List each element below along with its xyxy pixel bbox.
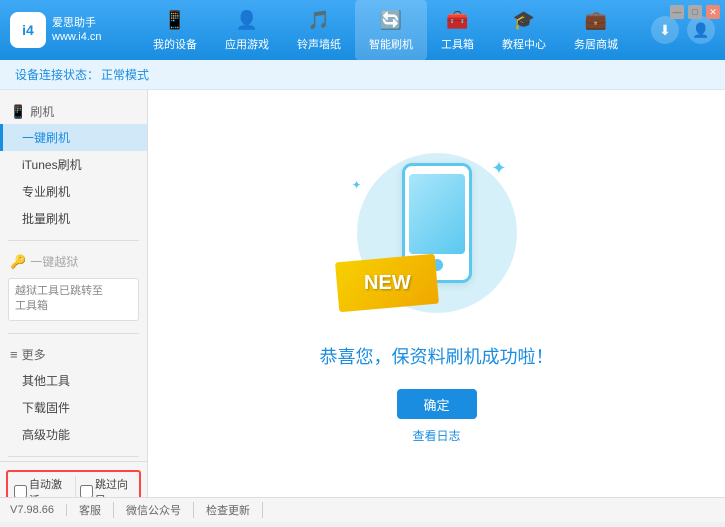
footer-check-update[interactable]: 检查更新 — [194, 502, 263, 518]
toolbox-icon: 🧰 — [446, 8, 470, 32]
main-layout: 📱 刷机 一键刷机 iTunes刷机 专业刷机 批量刷机 🔑 一键越狱 越狱工具… — [0, 90, 725, 497]
more-group-label: 更多 — [22, 346, 46, 363]
logo-text: 爱思助手 www.i4.cn — [52, 16, 102, 45]
footer-bar: V7.98.66 客服 微信公众号 检查更新 — [0, 497, 725, 522]
sidebar-section-flash: 📱 刷机 一键刷机 iTunes刷机 专业刷机 批量刷机 — [0, 95, 147, 236]
logo-url: www.i4.cn — [52, 30, 102, 44]
apps-games-icon: 👤 — [235, 8, 259, 32]
new-ribbon: NEW — [335, 254, 439, 313]
phone-screen — [409, 174, 465, 254]
skip-guide-checkbox-label[interactable]: 跳过向导 — [75, 476, 133, 497]
sidebar-group-flash: 📱 刷机 — [0, 99, 147, 124]
breadcrumb-prefix: 设备连接状态： — [15, 66, 99, 83]
sidebar-divider-1 — [8, 240, 139, 241]
logo: i4 爱思助手 www.i4.cn — [10, 12, 130, 48]
nav-toolbox-label: 工具箱 — [441, 36, 474, 52]
sidebar-item-batch-flash[interactable]: 批量刷机 — [0, 205, 147, 232]
nav-tutorial-label: 教程中心 — [502, 36, 546, 52]
auto-activate-checkbox-label[interactable]: 自动激活 — [14, 476, 67, 497]
footer-left: V7.98.66 客服 微信公众号 检查更新 — [10, 502, 263, 518]
nav-smart-flash[interactable]: 🔄 智能刷机 — [355, 0, 427, 60]
app-window: — □ ✕ i4 爱思助手 www.i4.cn 📱 我的设备 👤 应用游戏 — [0, 0, 725, 527]
sidebar-item-other-tools[interactable]: 其他工具 — [0, 367, 147, 394]
sidebar-divider-3 — [8, 456, 139, 457]
smart-flash-icon: 🔄 — [379, 8, 403, 32]
sidebar-group-jailbreak: 🔑 一键越狱 — [0, 249, 147, 274]
sidebar-item-download-firmware[interactable]: 下载固件 — [0, 394, 147, 421]
nav-apps-games-label: 应用游戏 — [225, 36, 269, 52]
nav-my-device-label: 我的设备 — [153, 36, 197, 52]
footer-customer-service[interactable]: 客服 — [67, 502, 114, 518]
sidebar-group-more: ≡ 更多 — [0, 342, 147, 367]
jailbreak-label: 一键越狱 — [30, 253, 78, 270]
sidebar-section-jailbreak: 🔑 一键越狱 越狱工具已跳转至工具箱 — [0, 245, 147, 329]
nav-apps-games[interactable]: 👤 应用游戏 — [211, 0, 283, 60]
logo-icon: i4 — [10, 12, 46, 48]
sparkle-icon-2: ✦ — [352, 178, 362, 192]
nav-toolbox[interactable]: 🧰 工具箱 — [427, 0, 488, 60]
close-button[interactable]: ✕ — [706, 5, 720, 19]
content-area: ✦ ✦ NEW 恭喜您，保资料刷机成功啦！ 确定 查看日志 — [148, 90, 725, 497]
minimize-button[interactable]: — — [670, 5, 684, 19]
sidebar-item-pro-flash[interactable]: 专业刷机 — [0, 178, 147, 205]
sidebar-item-advanced[interactable]: 高级功能 — [0, 421, 147, 448]
sidebar-item-itunes-flash[interactable]: iTunes刷机 — [0, 151, 147, 178]
sidebar-item-one-key-flash[interactable]: 一键刷机 — [0, 124, 147, 151]
window-controls: — □ ✕ — [670, 5, 720, 19]
flash-group-icon: 📱 — [10, 104, 26, 120]
nav-ringtones-label: 铃声墙纸 — [297, 36, 341, 52]
auto-activate-row: 自动激活 跳过向导 — [6, 470, 141, 497]
my-device-icon: 📱 — [163, 8, 187, 32]
more-group-icon: ≡ — [10, 347, 18, 362]
header: i4 爱思助手 www.i4.cn 📱 我的设备 👤 应用游戏 🎵 铃声墙纸 🔄 — [0, 0, 725, 60]
sidebar-bottom: 自动激活 跳过向导 📱 iPhone 15 Pro Max 512GB iPho… — [0, 461, 147, 497]
sidebar-divider-2 — [8, 333, 139, 334]
nav-bar: 📱 我的设备 👤 应用游戏 🎵 铃声墙纸 🔄 智能刷机 🧰 工具箱 🎓 — [130, 0, 641, 60]
breadcrumb-status: 正常模式 — [101, 66, 149, 83]
flash-group-label: 刷机 — [30, 103, 54, 120]
sparkle-icon-1: ✦ — [491, 158, 506, 179]
nav-ringtones[interactable]: 🎵 铃声墙纸 — [283, 0, 355, 60]
service-icon: 💼 — [584, 8, 608, 32]
logo-abbr: i4 — [22, 22, 34, 38]
footer-version: V7.98.66 — [10, 504, 67, 516]
maximize-button[interactable]: □ — [688, 5, 702, 19]
jailbreak-icon: 🔑 — [10, 254, 26, 270]
ringtones-icon: 🎵 — [307, 8, 331, 32]
ribbon-text: NEW — [363, 272, 410, 295]
success-title: 恭喜您，保资料刷机成功啦！ — [320, 343, 554, 369]
auto-activate-checkbox[interactable] — [14, 485, 27, 497]
auto-activate-label: 自动激活 — [29, 476, 67, 497]
breadcrumb: 设备连接状态： 正常模式 — [0, 60, 725, 90]
skip-guide-label: 跳过向导 — [95, 476, 133, 497]
sidebar: 📱 刷机 一键刷机 iTunes刷机 专业刷机 批量刷机 🔑 一键越狱 越狱工具… — [0, 90, 148, 497]
nav-smart-flash-label: 智能刷机 — [369, 36, 413, 52]
success-title-text: 恭喜您，保资料刷机成功啦！ — [320, 347, 554, 367]
header-right: ⬇ 👤 — [651, 16, 715, 44]
nav-my-device[interactable]: 📱 我的设备 — [139, 0, 211, 60]
tutorial-icon: 🎓 — [512, 8, 536, 32]
download-button[interactable]: ⬇ — [651, 16, 679, 44]
logo-name: 爱思助手 — [52, 16, 102, 30]
nav-tutorial[interactable]: 🎓 教程中心 — [488, 0, 560, 60]
confirm-button[interactable]: 确定 — [397, 389, 477, 419]
sidebar-section-more: ≡ 更多 其他工具 下载固件 高级功能 — [0, 338, 147, 452]
nav-service-label: 务居商城 — [574, 36, 618, 52]
footer-wechat[interactable]: 微信公众号 — [114, 502, 194, 518]
skip-guide-checkbox[interactable] — [80, 485, 93, 497]
sidebar-jailbreak-info: 越狱工具已跳转至工具箱 — [8, 278, 139, 321]
phone-illustration: ✦ ✦ NEW — [347, 143, 527, 323]
account-button[interactable]: 👤 — [687, 16, 715, 44]
view-log-link[interactable]: 查看日志 — [412, 427, 460, 444]
nav-service[interactable]: 💼 务居商城 — [560, 0, 632, 60]
success-illustration: ✦ ✦ NEW 恭喜您，保资料刷机成功啦！ 确定 查看日志 — [320, 143, 554, 444]
